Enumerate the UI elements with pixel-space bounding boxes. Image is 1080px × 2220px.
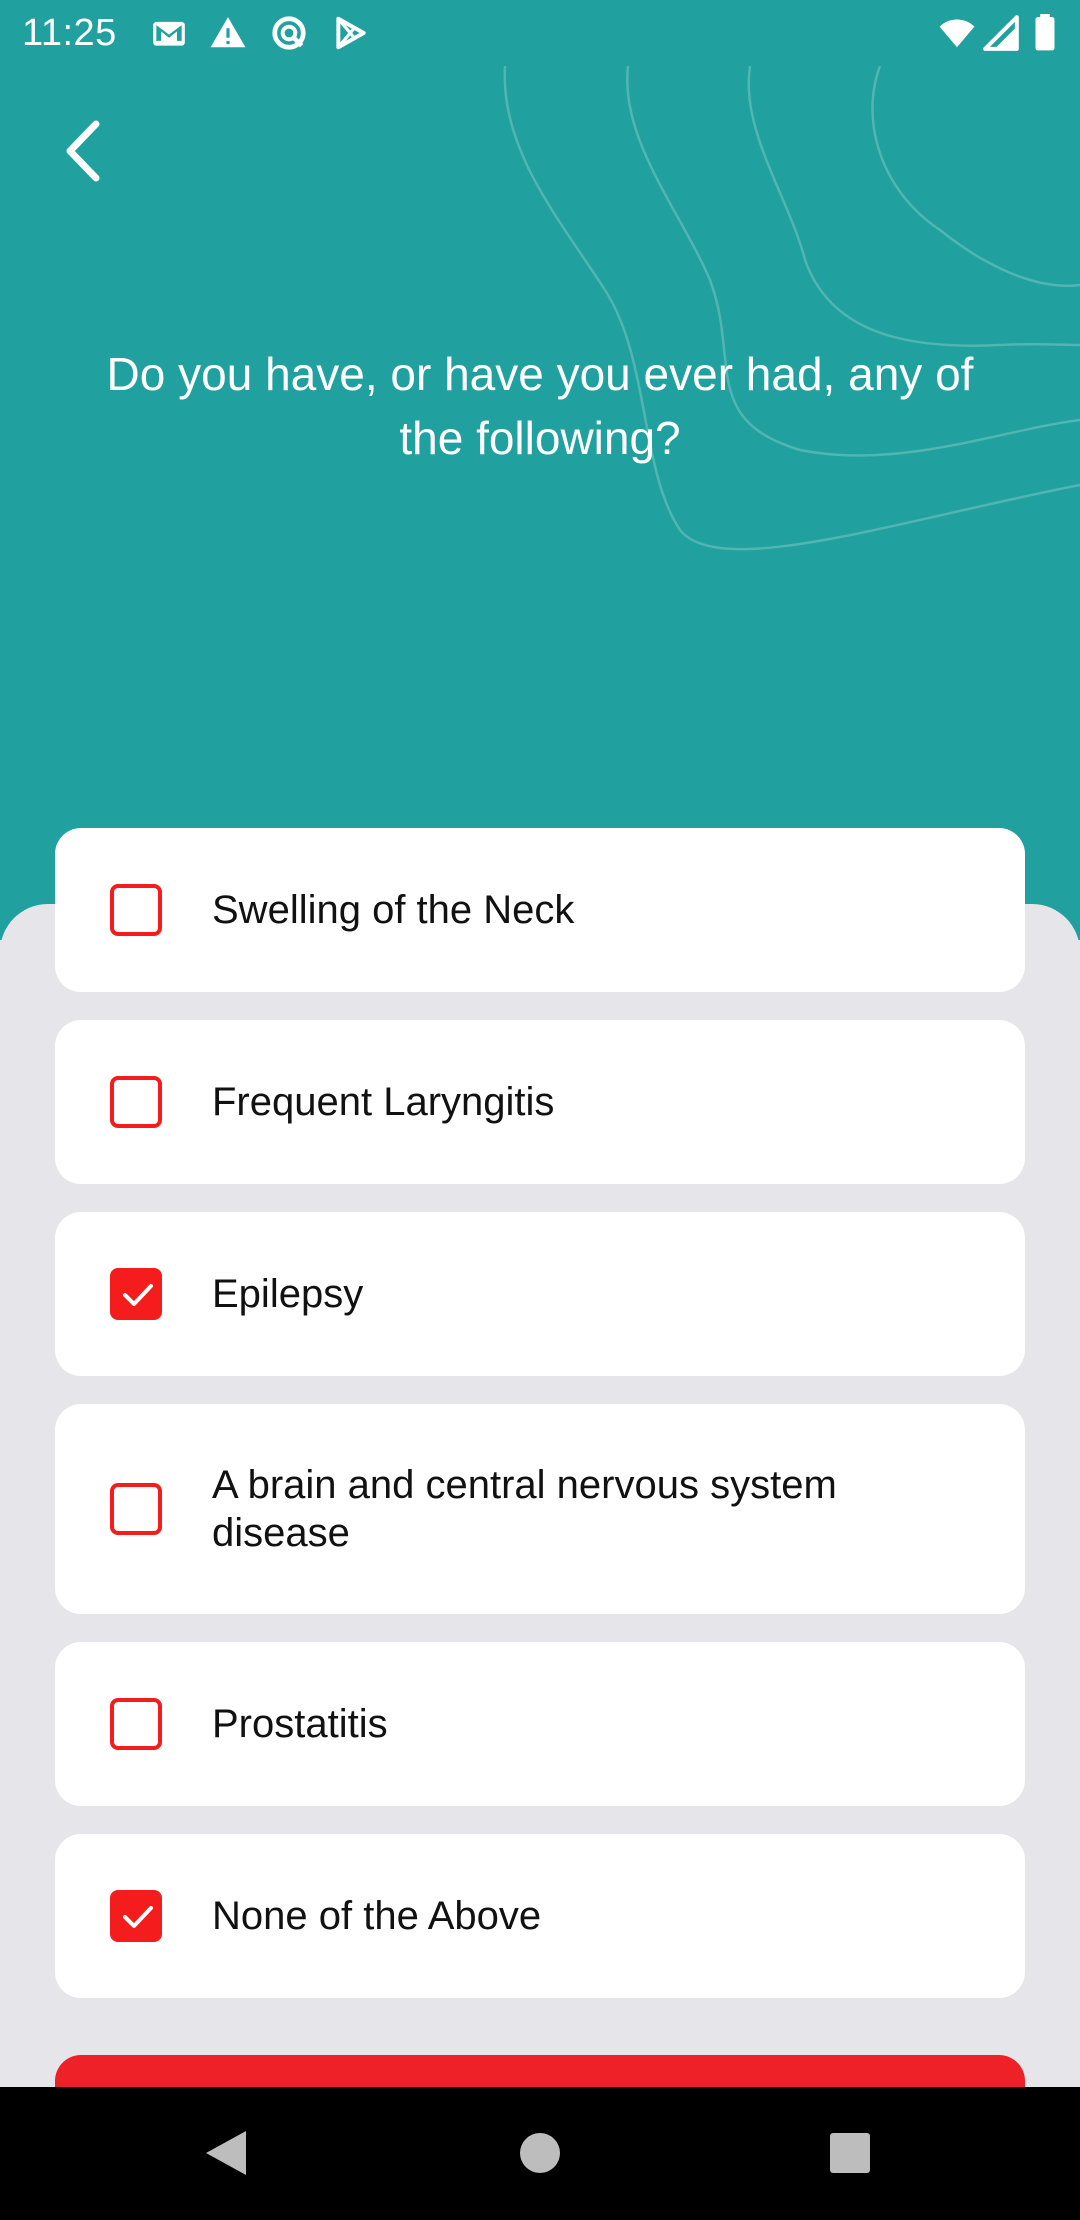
- option-swelling-of-neck[interactable]: Swelling of the Neck: [55, 828, 1025, 992]
- option-label: Prostatitis: [212, 1702, 388, 1746]
- back-triangle-icon: [206, 2131, 246, 2175]
- status-time: 11:25: [22, 12, 117, 54]
- checkbox[interactable]: [110, 1698, 162, 1750]
- status-bar: 11:25: [0, 0, 1080, 66]
- option-label: Frequent Laryngitis: [212, 1080, 555, 1124]
- checkbox[interactable]: [110, 884, 162, 936]
- checkbox[interactable]: [110, 1483, 162, 1535]
- option-label: Swelling of the Neck: [212, 888, 575, 932]
- question-title: Do you have, or have you ever had, any o…: [106, 348, 974, 464]
- sync-icon: [272, 16, 306, 50]
- gmail-icon: [153, 21, 185, 46]
- navigation-bar: [0, 2087, 1080, 2220]
- checkbox[interactable]: [110, 1890, 162, 1942]
- checkbox[interactable]: [110, 1076, 162, 1128]
- back-button[interactable]: [52, 108, 120, 194]
- option-label: Epilepsy: [212, 1272, 364, 1316]
- play-store-icon: [336, 16, 366, 50]
- chevron-left-icon: [66, 120, 100, 182]
- nav-home-button[interactable]: [480, 2087, 600, 2220]
- home-circle-icon: [520, 2133, 560, 2173]
- topographic-pattern: [503, 65, 1080, 551]
- options-list: Swelling of the Neck Frequent Laryngitis…: [55, 828, 1025, 2026]
- battery-icon: [1035, 14, 1055, 51]
- option-label: A brain and central nervous system disea…: [212, 1463, 837, 1555]
- signal-icon: [983, 15, 1019, 51]
- header-panel: 11:25 Do you have, or have you ever had,…: [0, 0, 1080, 940]
- nav-recents-button[interactable]: [790, 2087, 910, 2220]
- option-epilepsy[interactable]: Epilepsy: [55, 1212, 1025, 1376]
- warning-icon: [210, 17, 246, 48]
- option-frequent-laryngitis[interactable]: Frequent Laryngitis: [55, 1020, 1025, 1184]
- screen: 11:25 Do you have, or have you ever had,…: [0, 0, 1080, 2220]
- recents-square-icon: [830, 2133, 870, 2173]
- checkbox[interactable]: [110, 1268, 162, 1320]
- option-none-of-the-above[interactable]: None of the Above: [55, 1834, 1025, 1998]
- option-prostatitis[interactable]: Prostatitis: [55, 1642, 1025, 1806]
- option-label: None of the Above: [212, 1894, 542, 1938]
- wifi-icon: [939, 19, 975, 48]
- option-brain-cns-disease[interactable]: A brain and central nervous system disea…: [55, 1404, 1025, 1614]
- checkmark-icon: [123, 1906, 153, 1928]
- checkmark-icon: [123, 1284, 153, 1306]
- nav-back-button[interactable]: [166, 2087, 286, 2220]
